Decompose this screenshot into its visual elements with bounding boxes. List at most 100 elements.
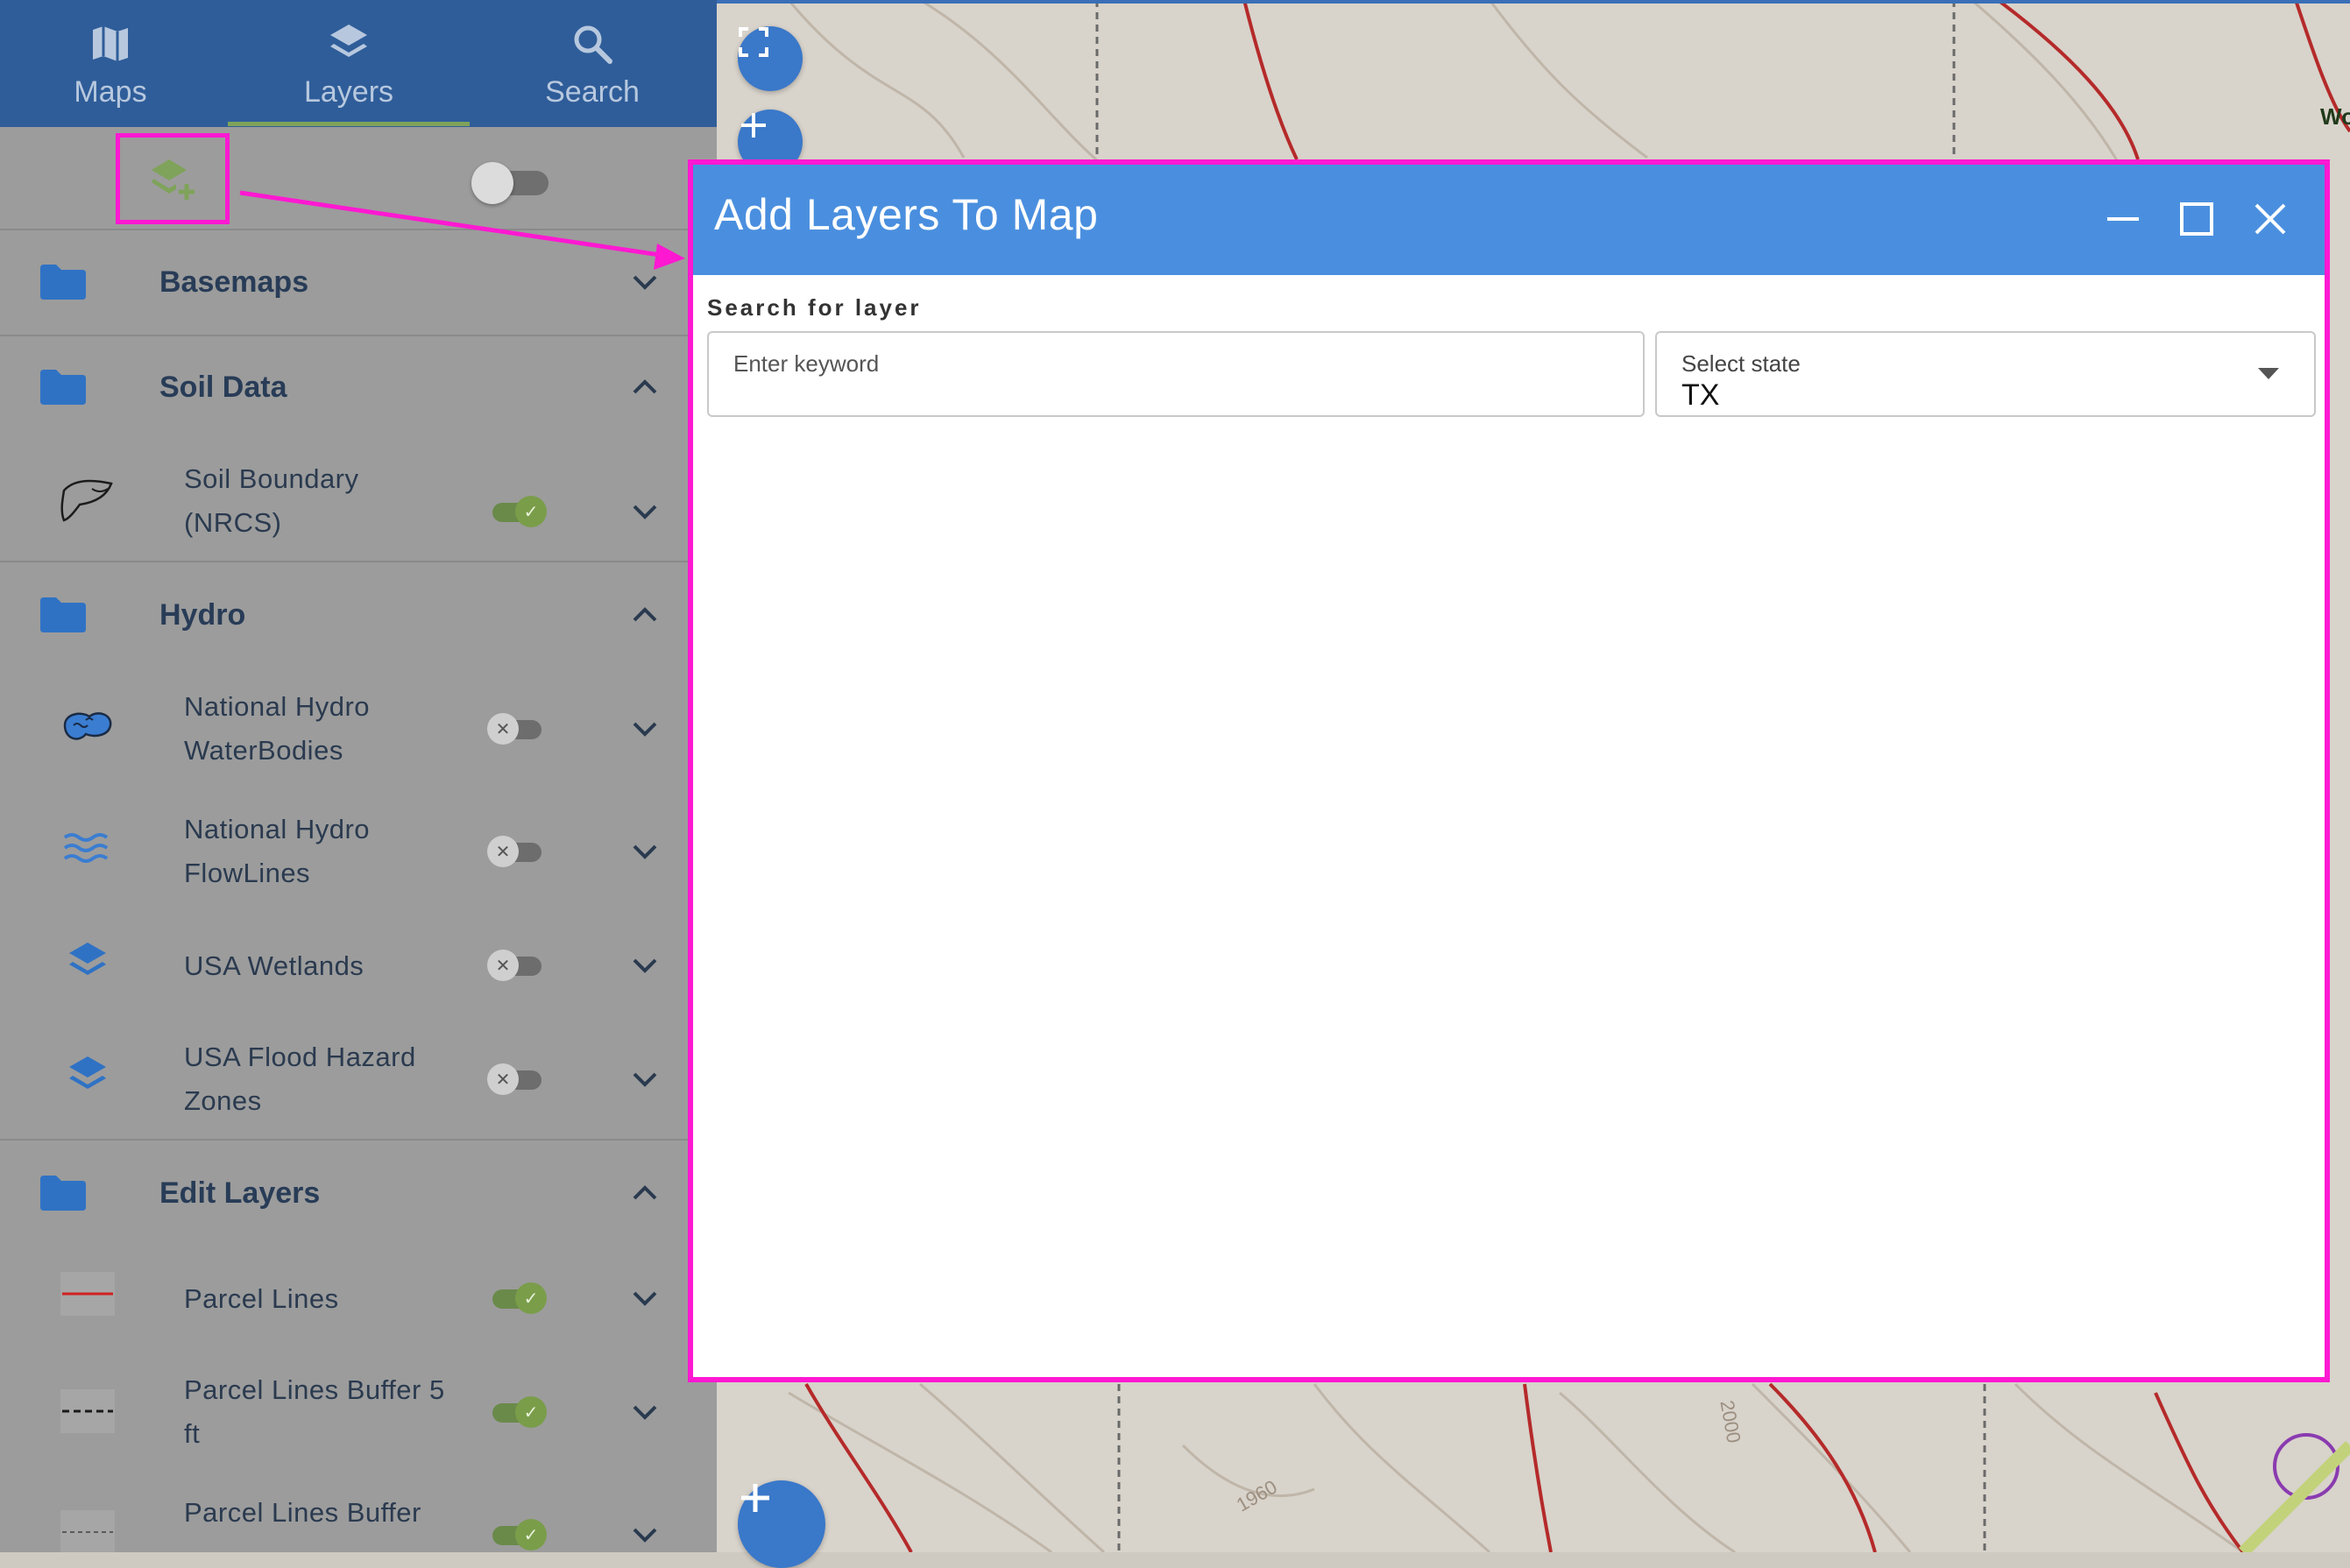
layer-visibility-toggle[interactable]: ✓ xyxy=(485,1393,549,1431)
dashed-line-icon xyxy=(60,1510,115,1552)
maximize-icon xyxy=(2180,202,2213,236)
maximize-button[interactable] xyxy=(2172,194,2221,244)
plus-icon xyxy=(741,1484,769,1512)
search-icon xyxy=(574,25,612,64)
group-soil-data[interactable]: Soil Data xyxy=(0,335,688,440)
layer-name: Parcel Lines Buffer 5 ft xyxy=(184,1374,445,1449)
layer-name: USA Wetlands xyxy=(184,950,365,981)
close-icon xyxy=(2254,203,2286,235)
check-icon: ✓ xyxy=(515,496,547,527)
minimize-button[interactable] xyxy=(2099,194,2148,244)
group-name: Edit Layers xyxy=(159,1176,321,1210)
chevron-down-icon[interactable] xyxy=(626,1279,664,1317)
dashed-line-icon xyxy=(60,1389,115,1433)
group-basemaps[interactable]: Basemaps xyxy=(0,230,688,335)
show-all-layers-toggle[interactable] xyxy=(471,162,550,204)
layer-visibility-toggle[interactable]: ✕ xyxy=(485,710,549,748)
x-icon: ✕ xyxy=(487,713,519,745)
add-layer-button[interactable] xyxy=(116,133,230,224)
layer-item: National Hydro FlowLines ✕ xyxy=(0,799,688,904)
layer-visibility-toggle[interactable]: ✓ xyxy=(485,1279,549,1317)
layer-item: USA Wetlands ✕ xyxy=(0,913,688,1018)
group-edit-layers[interactable]: Edit Layers xyxy=(0,1141,688,1246)
parcel-line-icon xyxy=(60,1272,115,1316)
layer-name: National Hydro WaterBodies xyxy=(184,691,371,766)
layer-item: Parcel Lines Buffer 5 ft ✓ xyxy=(0,1360,688,1465)
folder-icon xyxy=(40,370,86,405)
plus-icon xyxy=(741,113,766,138)
tab-maps[interactable]: Maps xyxy=(0,0,221,127)
chevron-down-icon[interactable] xyxy=(626,1060,664,1098)
layer-name: Parcel Lines xyxy=(184,1283,339,1314)
chevron-down-icon[interactable] xyxy=(626,492,664,531)
layer-item: Parcel Lines Buffer ✓ xyxy=(0,1482,688,1552)
keyword-search-input[interactable]: Enter keyword xyxy=(707,331,1645,417)
chevron-down-icon[interactable] xyxy=(626,832,664,871)
layers-icon xyxy=(69,1056,106,1089)
add-layer-icon xyxy=(152,159,195,200)
group-hydro[interactable]: Hydro xyxy=(0,562,688,667)
group-name: Hydro xyxy=(159,597,246,632)
layer-visibility-toggle[interactable]: ✕ xyxy=(485,1060,549,1098)
tab-layers[interactable]: Layers xyxy=(228,0,470,127)
search-section-label: Search for layer xyxy=(707,294,922,321)
chevron-down-icon[interactable] xyxy=(626,946,664,985)
chevron-up-icon[interactable] xyxy=(626,368,664,406)
minimize-icon xyxy=(2107,217,2139,221)
group-name: Soil Data xyxy=(159,370,287,404)
layers-sidebar: Maps Layers Search Basemaps Soil Data So… xyxy=(0,0,717,1552)
check-icon: ✓ xyxy=(515,1396,547,1428)
x-icon: ✕ xyxy=(487,836,519,867)
layer-name: Soil Boundary (NRCS) xyxy=(184,463,359,538)
dropdown-arrow-icon xyxy=(2258,368,2279,379)
map-icon xyxy=(93,26,128,61)
folder-icon xyxy=(40,265,86,300)
soil-boundary-icon xyxy=(60,479,113,522)
active-tab-indicator xyxy=(228,122,470,126)
chevron-down-icon[interactable] xyxy=(626,710,664,748)
chevron-down-icon[interactable] xyxy=(626,1393,664,1431)
layer-name: Parcel Lines Buffer xyxy=(184,1497,421,1528)
waterbody-icon xyxy=(63,712,112,740)
state-select-value: TX xyxy=(1681,378,1720,412)
layer-item: USA Flood Hazard Zones ✕ xyxy=(0,1027,688,1132)
layer-visibility-toggle[interactable]: ✕ xyxy=(485,946,549,985)
layers-icon xyxy=(330,25,367,57)
state-select[interactable]: Select state TX xyxy=(1655,331,2316,417)
layers-icon xyxy=(69,943,106,975)
add-layers-dialog: Add Layers To Map Search for layer Enter… xyxy=(688,159,2330,1382)
layer-visibility-toggle[interactable]: ✓ xyxy=(485,1515,549,1552)
layer-visibility-toggle[interactable]: ✕ xyxy=(485,832,549,871)
tab-label: Search xyxy=(545,75,640,109)
tab-label: Layers xyxy=(303,75,394,109)
group-name: Basemaps xyxy=(159,265,309,299)
layer-visibility-toggle[interactable]: ✓ xyxy=(485,492,549,531)
folder-icon xyxy=(40,597,86,632)
dialog-title: Add Layers To Map xyxy=(714,190,1099,239)
sidebar-nav: Maps Layers Search xyxy=(0,0,717,127)
x-icon: ✕ xyxy=(487,1063,519,1095)
add-feature-button[interactable] xyxy=(738,1480,825,1568)
layer-item: Parcel Lines ✓ xyxy=(0,1246,688,1351)
map-place-label: Wo xyxy=(2320,103,2350,130)
flowlines-icon xyxy=(63,833,109,863)
dialog-header[interactable]: Add Layers To Map xyxy=(693,165,2325,275)
state-select-label: Select state xyxy=(1681,350,1801,377)
tab-search[interactable]: Search xyxy=(478,0,706,127)
chevron-up-icon[interactable] xyxy=(626,596,664,634)
close-button[interactable] xyxy=(2246,194,2295,244)
fullscreen-button[interactable] xyxy=(738,26,803,91)
chevron-up-icon[interactable] xyxy=(626,1174,664,1212)
fullscreen-icon xyxy=(739,27,768,57)
keyword-placeholder: Enter keyword xyxy=(733,350,880,377)
layer-name: National Hydro FlowLines xyxy=(184,814,371,888)
check-icon: ✓ xyxy=(515,1519,547,1550)
folder-icon xyxy=(40,1176,86,1211)
tab-label: Maps xyxy=(74,75,147,109)
layer-item: National Hydro WaterBodies ✕ xyxy=(0,676,688,781)
x-icon: ✕ xyxy=(487,950,519,981)
chevron-down-icon[interactable] xyxy=(626,1515,664,1552)
layer-name: USA Flood Hazard Zones xyxy=(184,1042,416,1116)
chevron-down-icon[interactable] xyxy=(626,263,664,301)
layer-item: Soil Boundary (NRCS) ✓ xyxy=(0,449,688,554)
